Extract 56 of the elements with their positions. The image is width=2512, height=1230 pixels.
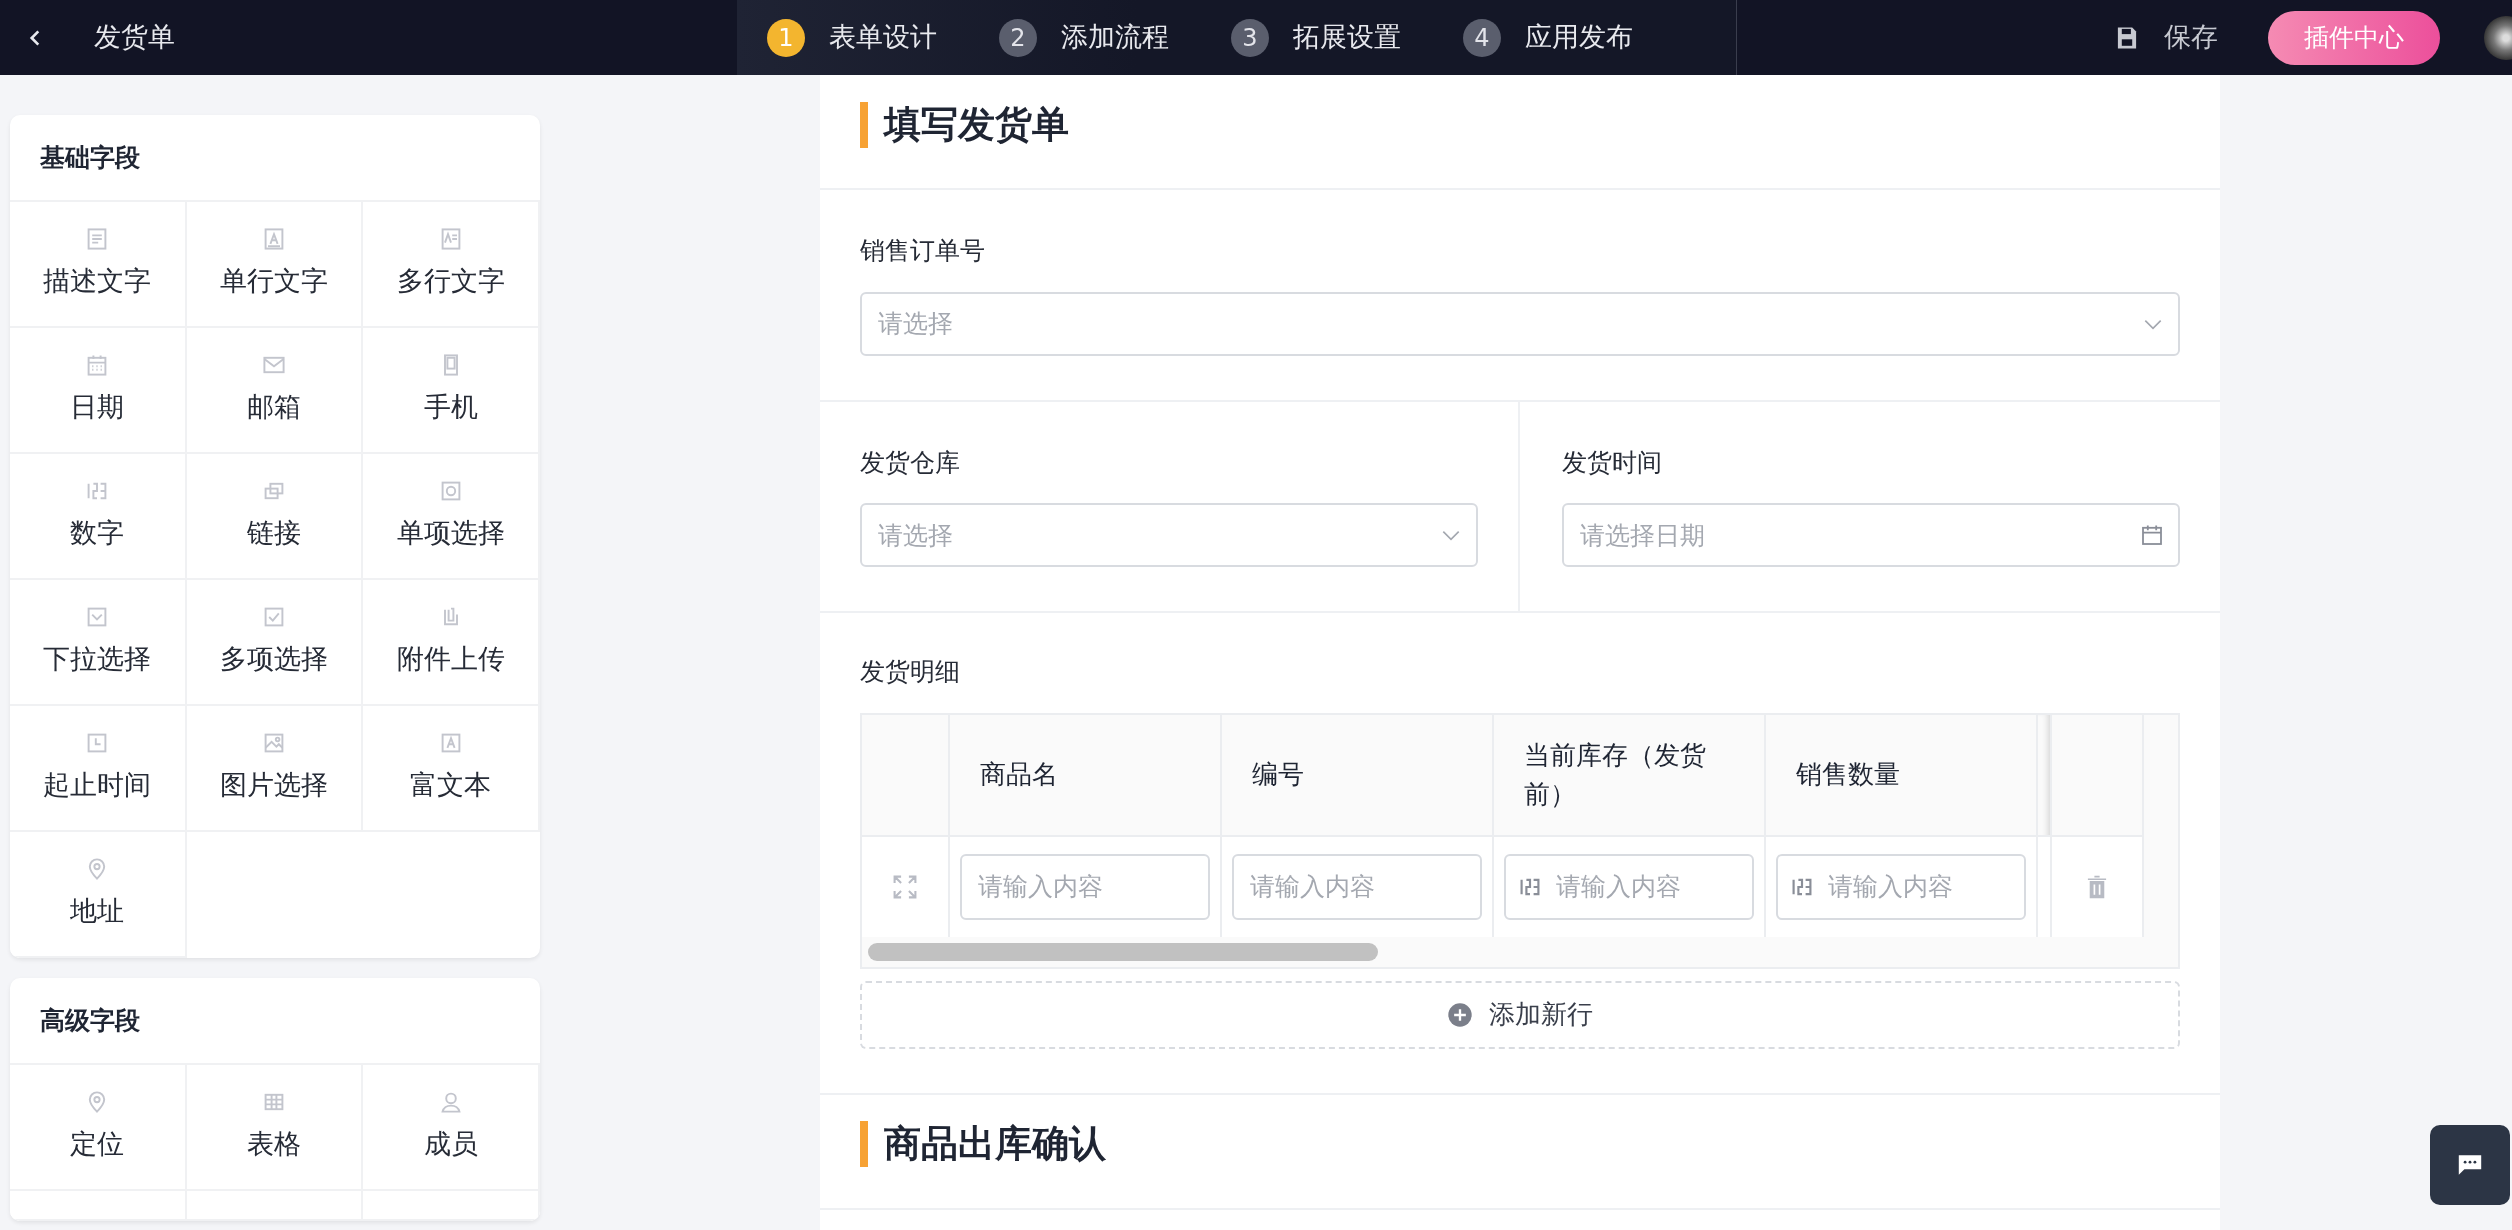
step-tab[interactable]: 应用发布 bbox=[1525, 17, 1633, 58]
scrollbar-thumb[interactable] bbox=[868, 942, 1378, 961]
field-type-item[interactable]: 数字 bbox=[10, 454, 187, 580]
step-tab[interactable]: 表单设计 bbox=[829, 17, 937, 58]
text-field[interactable]: 请输入内容 bbox=[1232, 853, 1482, 920]
calendar-icon bbox=[2140, 523, 2164, 547]
step-number: 4 bbox=[1463, 18, 1501, 57]
step-tab[interactable]: 添加流程 bbox=[1061, 17, 1169, 58]
chat-button[interactable] bbox=[2430, 1125, 2510, 1205]
field-type-item[interactable]: 起止时间 bbox=[10, 706, 187, 832]
field-type-item[interactable] bbox=[10, 1191, 187, 1221]
field-type-item[interactable]: 地址 bbox=[10, 832, 187, 958]
number-field[interactable]: 请输入内容 bbox=[1504, 853, 1754, 920]
save-button[interactable]: 保存 bbox=[2108, 16, 2224, 59]
date-field[interactable]: 请选择日期 bbox=[1562, 503, 2180, 567]
letter-a-icon bbox=[262, 226, 286, 251]
section-title: 填写发货单 bbox=[884, 101, 1069, 148]
expand-icon[interactable] bbox=[892, 873, 918, 900]
field-type-item[interactable]: 多项选择 bbox=[186, 580, 364, 706]
field-type-item[interactable]: 表格 bbox=[186, 1065, 364, 1191]
section-marker bbox=[860, 101, 868, 148]
select-field[interactable]: 请选择 bbox=[860, 503, 1478, 567]
palette-heading: 高级字段 bbox=[39, 1004, 141, 1037]
field-type-item[interactable]: 多行文字 bbox=[363, 202, 540, 328]
select-field[interactable]: 请选择 bbox=[860, 291, 2180, 356]
field-label: 发货仓库 bbox=[860, 446, 961, 479]
plus-circle-icon bbox=[1447, 1001, 1473, 1028]
field-type-item[interactable]: 富文本 bbox=[363, 706, 540, 832]
page-title: 发货单 bbox=[94, 20, 175, 55]
field-type-item[interactable]: 图片选择 bbox=[186, 706, 364, 832]
field-type-item[interactable]: 链接 bbox=[186, 454, 364, 580]
step-tab[interactable]: 拓展设置 bbox=[1293, 17, 1401, 58]
field-type-item[interactable]: 描述文字 bbox=[10, 202, 187, 328]
section-marker bbox=[860, 1121, 868, 1167]
field-label: 销售订单号 bbox=[860, 235, 986, 267]
field-type-item[interactable]: 单行文字 bbox=[186, 202, 364, 328]
field-type-item[interactable]: 定位 bbox=[10, 1065, 187, 1191]
step-number: 1 bbox=[767, 18, 805, 57]
section-title: 商品出库确认 bbox=[884, 1121, 1106, 1168]
field-type-item[interactable]: 附件上传 bbox=[363, 580, 540, 706]
field-label: 发货明细 bbox=[860, 656, 961, 688]
field-label: 发货时间 bbox=[1562, 446, 1663, 479]
palette-heading: 基础字段 bbox=[39, 141, 141, 174]
add-row-button[interactable]: 添加新行 bbox=[860, 980, 2180, 1049]
field-type-item[interactable] bbox=[186, 1191, 364, 1221]
field-type-item[interactable]: 手机 bbox=[363, 328, 540, 454]
step-number: 3 bbox=[1231, 18, 1269, 57]
number-field[interactable]: 请输入内容 bbox=[1776, 853, 2026, 920]
field-type-item[interactable]: 邮箱 bbox=[186, 328, 364, 454]
field-type-item[interactable]: 单项选择 bbox=[363, 454, 540, 580]
text-field[interactable]: 请输入内容 bbox=[960, 853, 1210, 920]
field-type-item[interactable]: 下拉选择 bbox=[10, 580, 187, 706]
step-number: 2 bbox=[999, 18, 1037, 57]
field-type-item[interactable]: 日期 bbox=[10, 328, 187, 454]
field-type-item[interactable] bbox=[363, 1191, 540, 1221]
field-type-item[interactable]: 成员 bbox=[363, 1065, 540, 1191]
